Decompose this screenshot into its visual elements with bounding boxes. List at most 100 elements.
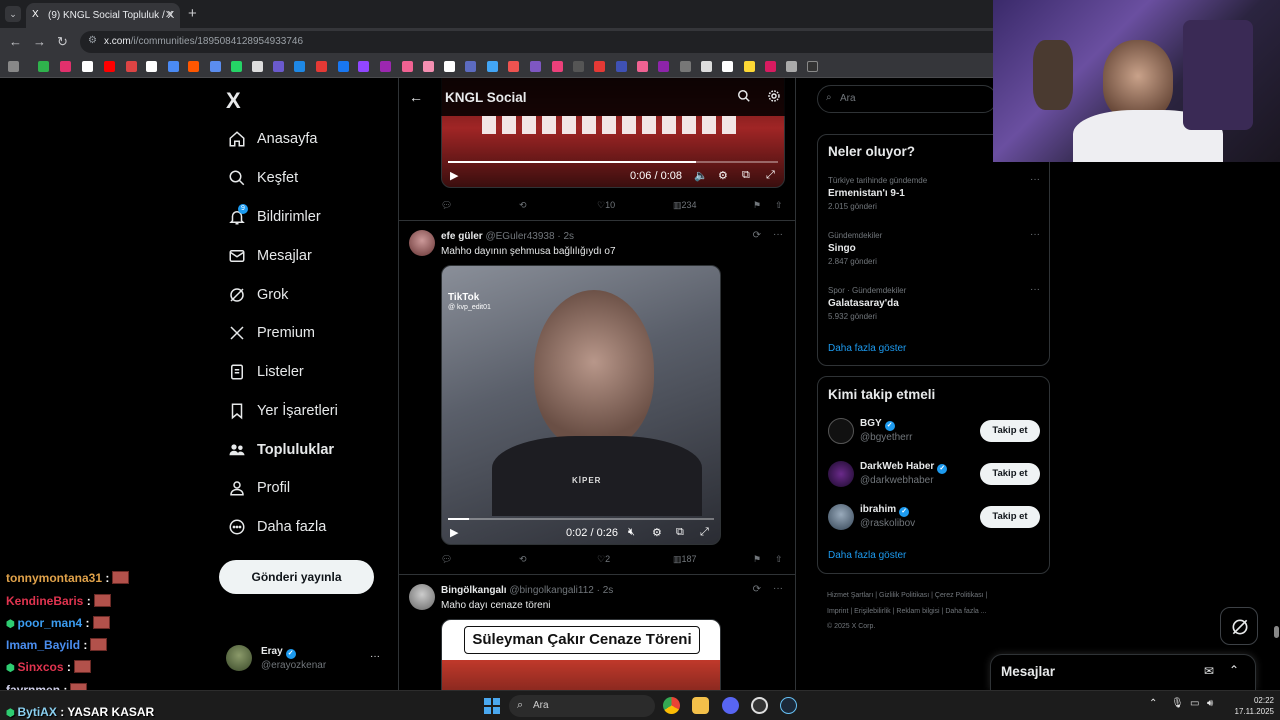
messages-drawer[interactable]: Mesajlar ✉ ⌃ <box>990 654 1256 690</box>
footer-link[interactable]: Gizlilik Politikası <box>879 592 929 599</box>
new-tab-button[interactable]: + <box>188 5 197 22</box>
follow-suggestion[interactable]: BGY ✓ @bgyetherr Takip et <box>828 415 1040 449</box>
bookmark-icon[interactable] <box>104 61 115 72</box>
follow-suggestion[interactable]: ibrahim ✓ @raskolibov Takip et <box>828 501 1040 535</box>
trends-show-more-link[interactable]: Daha fazla göster <box>828 343 906 354</box>
bookmark-icon[interactable] <box>252 61 263 72</box>
trend-more-icon[interactable]: ··· <box>1030 229 1040 240</box>
trend-more-icon[interactable]: ··· <box>1030 174 1040 185</box>
nav-more[interactable]: Daha fazla <box>226 515 326 539</box>
play-icon[interactable]: ▶ <box>450 526 458 539</box>
post-author[interactable]: Bingölkangalı @bingolkangali112 · 2s <box>441 585 613 596</box>
avatar[interactable] <box>409 584 435 610</box>
nav-grok[interactable]: Grok <box>226 283 288 307</box>
x-logo-icon[interactable]: X <box>226 88 241 114</box>
discord-icon[interactable] <box>722 697 739 714</box>
post-button[interactable]: Gönderi yayınla <box>219 560 374 594</box>
bookmark-icon[interactable] <box>380 61 391 72</box>
bookmark-icon[interactable] <box>594 61 605 72</box>
bookmark-icon[interactable] <box>402 61 413 72</box>
account-more-icon[interactable]: ··· <box>370 651 380 662</box>
apps-icon[interactable] <box>8 61 19 72</box>
chrome-icon[interactable] <box>663 697 680 714</box>
play-icon[interactable]: ▶ <box>450 169 458 182</box>
nav-communities[interactable]: Topluluklar <box>226 438 334 462</box>
nav-home[interactable]: Anasayfa <box>226 127 317 151</box>
bookmark-icon[interactable] <box>616 61 627 72</box>
trend-item[interactable]: Spor · Gündemdekiler Galatasaray'da 5.93… <box>828 284 1040 321</box>
bookmark-icon[interactable] <box>658 61 669 72</box>
share-icon[interactable]: ⇧ <box>775 554 783 565</box>
like-button[interactable]: ♡ 2 <box>597 554 610 565</box>
bookmark-icon[interactable] <box>358 61 369 72</box>
post-image[interactable]: Süleyman Çakır Cenaze Töreni <box>441 619 721 690</box>
pip-icon[interactable]: ⧉ <box>742 169 750 182</box>
reply-icon[interactable]: 💬︎ <box>441 554 452 565</box>
bookmark-icon[interactable] <box>722 61 733 72</box>
bookmark-icon[interactable] <box>786 61 797 72</box>
bookmark-icon[interactable] <box>508 61 519 72</box>
follow-button[interactable]: Takip et <box>980 420 1040 442</box>
nav-bookmarks[interactable]: Yer İşaretleri <box>226 399 338 423</box>
repost-icon[interactable]: ⟲ <box>519 200 527 211</box>
follow-button[interactable]: Takip et <box>980 463 1040 485</box>
expand-drawer-icon[interactable]: ⌃ <box>1229 663 1239 677</box>
tab-search-button[interactable]: ⌄ <box>5 6 21 22</box>
avatar[interactable] <box>409 230 435 256</box>
mute-icon[interactable]: 🔇︎ <box>628 526 635 539</box>
search-input[interactable]: ⌕ Ara <box>817 85 997 113</box>
bookmark-icon[interactable] <box>168 61 179 72</box>
views-button[interactable]: ▥ 187 <box>673 554 697 565</box>
bookmark-icon[interactable] <box>231 61 242 72</box>
bookmark-icon[interactable] <box>210 61 221 72</box>
app-icon[interactable] <box>751 697 768 714</box>
bookmark-icon[interactable] <box>465 61 476 72</box>
footer-link[interactable]: Daha fazla ... <box>945 608 986 615</box>
scrollbar-thumb[interactable] <box>1274 626 1279 638</box>
volume-icon[interactable]: 🔈 <box>694 169 708 182</box>
post-more-icon[interactable]: ··· <box>773 583 783 594</box>
video-progress-bar[interactable] <box>448 518 714 520</box>
nav-profile[interactable]: Profil <box>226 476 290 500</box>
post-more-icon[interactable]: ··· <box>773 229 783 240</box>
file-explorer-icon[interactable] <box>692 697 709 714</box>
trend-item[interactable]: Türkiye tarihinde gündemde Ermenistan'ı … <box>828 174 1040 211</box>
trend-more-icon[interactable]: ··· <box>1030 284 1040 295</box>
post[interactable]: Bingölkangalı @bingolkangali112 · 2s ⟳ ·… <box>399 575 795 690</box>
bookmark-icon[interactable] <box>444 61 455 72</box>
bookmark-icon[interactable] <box>552 61 563 72</box>
reload-icon[interactable]: ↻ <box>57 34 68 50</box>
bookmark-icon[interactable] <box>487 61 498 72</box>
display-icon[interactable]: ▭ <box>1190 698 1199 709</box>
search-icon[interactable] <box>737 89 751 108</box>
repost-icon[interactable]: ⟲ <box>519 554 527 565</box>
bookmark-icon[interactable] <box>294 61 305 72</box>
like-button[interactable]: ♡ 10 <box>597 200 615 211</box>
nav-notifications[interactable]: 9 Bildirimler <box>226 204 321 229</box>
back-arrow-icon[interactable]: ← <box>409 89 423 105</box>
nav-lists[interactable]: Listeler <box>226 360 304 384</box>
scrollbar[interactable] <box>1272 78 1280 690</box>
new-message-icon[interactable]: ✉ <box>1204 664 1214 678</box>
browser-tab[interactable]: X (9) KNGL Social Topluluk / X ✕ <box>26 3 180 28</box>
pip-icon[interactable]: ⧉ <box>676 526 684 539</box>
bookmark-icon[interactable] <box>82 61 93 72</box>
post[interactable]: efe güler @EGuler43938 · 2s ⟳ ··· Mahho … <box>399 221 795 575</box>
bookmark-icon[interactable] <box>530 61 541 72</box>
account-switcher[interactable]: Eray ✓ @erayozkenar ··· <box>226 643 386 675</box>
bookmark-icon[interactable] <box>273 61 284 72</box>
trend-item[interactable]: Gündemdekiler Singo 2.847 gönderi ··· <box>828 229 1040 266</box>
fullscreen-icon[interactable]: ⤢ <box>700 526 709 539</box>
site-info-icon[interactable]: ⚙ <box>88 35 97 46</box>
settings-gear-icon[interactable] <box>767 89 781 108</box>
bookmark-icon[interactable] <box>423 61 434 72</box>
taskbar-search[interactable]: ⌕ Ara <box>509 695 655 717</box>
bookmark-icon[interactable] <box>680 61 691 72</box>
bookmark-icon[interactable] <box>60 61 71 72</box>
bookmark-icon[interactable] <box>744 61 755 72</box>
follow-button[interactable]: Takip et <box>980 506 1040 528</box>
grok-icon[interactable]: ⟳ <box>753 584 761 595</box>
views-button[interactable]: ▥ 234 <box>673 200 697 211</box>
nav-messages[interactable]: Mesajlar <box>226 244 312 268</box>
footer-link[interactable]: Hizmet Şartları <box>827 592 873 599</box>
